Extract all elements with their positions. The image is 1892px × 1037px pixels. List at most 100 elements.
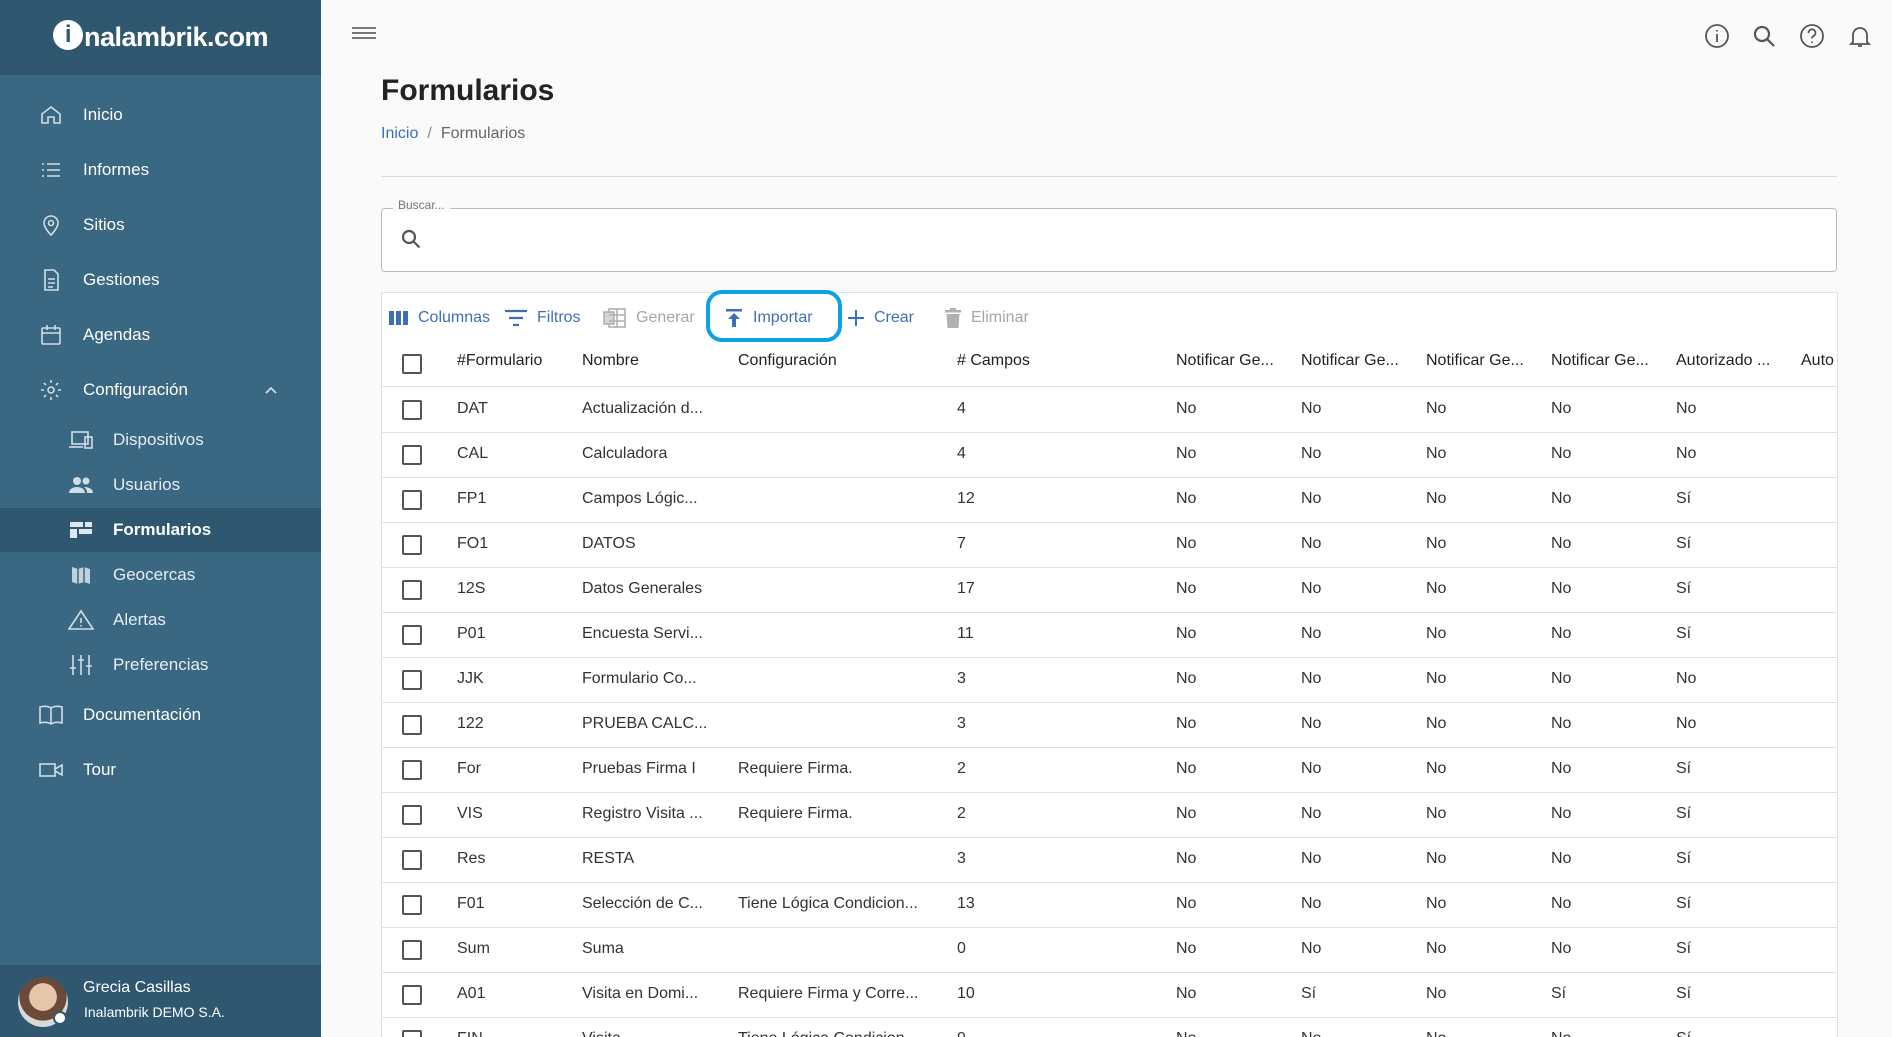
columns-button[interactable]: Columnas xyxy=(389,303,490,333)
column-header-autorizado[interactable]: Autorizado ... xyxy=(1676,352,1770,370)
row-checkbox[interactable] xyxy=(402,490,422,510)
filters-button[interactable]: Filtros xyxy=(504,303,581,333)
import-highlight xyxy=(706,290,842,342)
column-header-configuracion[interactable]: Configuración xyxy=(738,352,837,370)
table-cell: 12S xyxy=(457,580,486,597)
row-checkbox[interactable] xyxy=(402,895,422,915)
table-cell: Tiene Lógica Condicion... xyxy=(738,1030,918,1037)
sidebar-item-tour[interactable]: Tour xyxy=(0,748,321,792)
table-cell: Datos Generales xyxy=(582,580,703,597)
row-checkbox[interactable] xyxy=(402,805,422,825)
table-cell: 122 xyxy=(457,715,484,732)
row-checkbox[interactable] xyxy=(402,400,422,420)
columns-icon xyxy=(389,311,408,325)
table-cell: VIS xyxy=(457,805,483,822)
sidebar-item-geocercas[interactable]: Geocercas xyxy=(0,553,321,597)
search-input[interactable] xyxy=(435,222,1825,258)
trash-icon xyxy=(945,308,961,328)
table-cell: 3 xyxy=(957,715,966,732)
select-all-checkbox[interactable] xyxy=(402,354,422,374)
table-cell: Sí xyxy=(1676,940,1692,957)
table-cell: Requiere Firma. xyxy=(738,760,853,777)
breadcrumb: Inicio / Formularios xyxy=(381,125,526,142)
table-cell: No xyxy=(1176,535,1197,552)
table-cell: 0 xyxy=(957,940,966,957)
table-cell: No xyxy=(1551,1030,1571,1037)
sidebar-item-formularios[interactable]: Formularios xyxy=(0,508,321,552)
table-cell: No xyxy=(1426,625,1447,642)
row-checkbox[interactable] xyxy=(402,445,422,465)
row-checkbox[interactable] xyxy=(402,850,422,870)
column-header-auto[interactable]: Auto xyxy=(1801,352,1834,370)
row-divider xyxy=(382,522,1837,523)
delete-button[interactable]: Eliminar xyxy=(944,303,1029,333)
row-checkbox[interactable] xyxy=(402,580,422,600)
table-cell: Requiere Firma. xyxy=(738,805,853,822)
row-checkbox[interactable] xyxy=(402,760,422,780)
row-divider xyxy=(382,477,1837,478)
row-checkbox[interactable] xyxy=(402,940,422,960)
column-header-notificar-2[interactable]: Notificar Ge... xyxy=(1301,352,1399,370)
table-cell: No xyxy=(1176,895,1197,912)
sidebar-item-alertas[interactable]: Alertas xyxy=(0,598,321,642)
column-header-formulario[interactable]: #Formulario xyxy=(457,352,542,370)
table-cell: Selección de C... xyxy=(582,895,703,912)
table-cell: No xyxy=(1426,400,1447,417)
table-cell: Visita en Domi... xyxy=(582,985,699,1002)
search-icon[interactable] xyxy=(1750,22,1778,50)
filter-icon xyxy=(505,309,527,327)
sidebar-item-gestiones[interactable]: Gestiones xyxy=(0,258,321,302)
map-icon xyxy=(68,562,94,588)
table-cell: No xyxy=(1301,445,1322,462)
table-cell: Formulario Co... xyxy=(582,670,697,687)
menu-icon[interactable] xyxy=(352,24,376,44)
divider xyxy=(381,176,1837,177)
table-cell: Sí xyxy=(1676,580,1692,597)
column-header-notificar-3[interactable]: Notificar Ge... xyxy=(1426,352,1524,370)
brand-logo[interactable]: i nalambrik.com xyxy=(0,0,321,75)
bell-icon[interactable] xyxy=(1846,22,1874,50)
row-checkbox[interactable] xyxy=(402,625,422,645)
home-icon xyxy=(38,102,64,128)
table-cell: Calculadora xyxy=(582,445,668,462)
row-checkbox[interactable] xyxy=(402,1030,422,1037)
column-header-campos[interactable]: # Campos xyxy=(957,352,1030,370)
table-cell: Actualización d... xyxy=(582,400,703,417)
column-header-nombre[interactable]: Nombre xyxy=(582,352,639,370)
table-cell: No xyxy=(1301,1030,1321,1037)
table-cell: No xyxy=(1551,445,1572,462)
table-cell: FO1 xyxy=(457,535,489,552)
sidebar-item-usuarios[interactable]: Usuarios xyxy=(0,463,321,507)
column-header-notificar-1[interactable]: Notificar Ge... xyxy=(1176,352,1274,370)
sidebar-item-sitios[interactable]: Sitios xyxy=(0,203,321,247)
sidebar-item-documentacion[interactable]: Documentación xyxy=(0,693,321,737)
help-icon[interactable] xyxy=(1798,22,1826,50)
column-header-notificar-4[interactable]: Notificar Ge... xyxy=(1551,352,1649,370)
sidebar-item-agendas[interactable]: Agendas xyxy=(0,313,321,357)
row-checkbox[interactable] xyxy=(402,985,422,1005)
table-cell: No xyxy=(1176,580,1197,597)
generate-button[interactable]: Generar xyxy=(603,303,695,333)
table-cell: No xyxy=(1301,895,1322,912)
breadcrumb-home-link[interactable]: Inicio xyxy=(381,125,418,142)
table-cell: No xyxy=(1426,895,1447,912)
table-cell: No xyxy=(1426,445,1447,462)
table-cell: No xyxy=(1176,1030,1196,1037)
table-cell: No xyxy=(1676,445,1697,462)
table-cell: No xyxy=(1551,400,1572,417)
sidebar-item-inicio[interactable]: Inicio xyxy=(0,93,321,137)
row-checkbox[interactable] xyxy=(402,715,422,735)
sidebar-item-informes[interactable]: Informes xyxy=(0,148,321,192)
header-divider xyxy=(382,386,1837,387)
row-checkbox[interactable] xyxy=(402,670,422,690)
sidebar-item-configuracion[interactable]: Configuración xyxy=(0,368,321,412)
row-checkbox[interactable] xyxy=(402,535,422,555)
table-cell: Registro Visita ... xyxy=(582,805,703,822)
info-icon[interactable] xyxy=(1703,22,1731,50)
sidebar-item-dispositivos[interactable]: Dispositivos xyxy=(0,418,321,462)
create-button[interactable]: Crear xyxy=(847,303,914,333)
sidebar-item-preferencias[interactable]: Preferencias xyxy=(0,643,321,687)
table-cell: No xyxy=(1551,940,1572,957)
user-profile[interactable]: Grecia Casillas Inalambrik DEMO S.A. xyxy=(0,965,321,1037)
chevron-up-icon[interactable] xyxy=(263,382,279,403)
